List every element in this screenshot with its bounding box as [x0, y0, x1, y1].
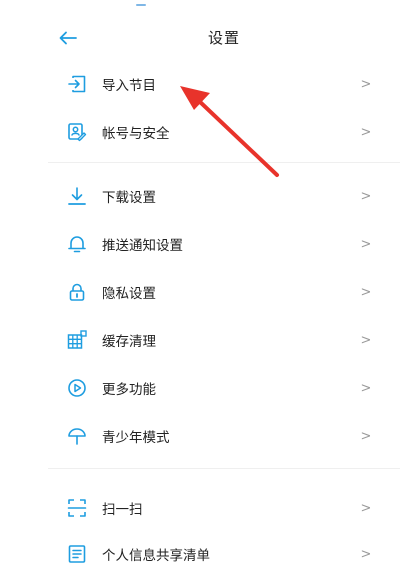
chevron-right-icon: > — [360, 546, 372, 562]
play-circle-icon — [66, 377, 88, 399]
settings-item-scan[interactable]: 扫一扫 > — [48, 484, 400, 532]
settings-item-label: 推送通知设置 — [102, 238, 183, 254]
account-security-icon — [66, 121, 88, 143]
settings-item-import[interactable]: 导入节目 > — [48, 60, 400, 108]
chevron-right-icon: > — [360, 332, 372, 348]
settings-screen: 设置 导入节目 > 帐号与安全 > 下载设置 > 推送通知设置 > 隐私设置 >… — [48, 0, 400, 583]
info-list-icon — [66, 543, 88, 565]
settings-item-account-security[interactable]: 帐号与安全 > — [48, 108, 400, 156]
lock-icon — [66, 281, 88, 303]
chevron-right-icon: > — [360, 188, 372, 204]
chevron-right-icon: > — [360, 124, 372, 140]
umbrella-icon — [66, 425, 88, 447]
settings-item-push-notifications[interactable]: 推送通知设置 > — [48, 220, 400, 268]
settings-item-label: 个人信息共享清单 — [102, 548, 210, 564]
chevron-right-icon: > — [360, 428, 372, 444]
download-icon — [66, 185, 88, 207]
scan-icon — [66, 497, 88, 519]
settings-item-label: 导入节目 — [102, 78, 156, 94]
settings-item-download[interactable]: 下载设置 > — [48, 172, 400, 220]
settings-item-privacy[interactable]: 隐私设置 > — [48, 268, 400, 316]
settings-item-label: 更多功能 — [102, 382, 156, 398]
import-icon — [66, 73, 88, 95]
settings-item-label: 缓存清理 — [102, 334, 156, 350]
group-divider — [48, 468, 400, 469]
group-divider — [48, 162, 400, 163]
settings-item-cache-cleanup[interactable]: 缓存清理 > — [48, 316, 400, 364]
settings-item-info-sharing-list[interactable]: 个人信息共享清单 > — [48, 530, 400, 578]
chevron-right-icon: > — [360, 380, 372, 396]
settings-item-label: 帐号与安全 — [102, 126, 170, 142]
header: 设置 — [48, 20, 400, 56]
settings-item-label: 青少年模式 — [102, 430, 170, 446]
page-title: 设置 — [207, 29, 240, 47]
settings-item-label: 隐私设置 — [102, 286, 156, 302]
settings-item-more-features[interactable]: 更多功能 > — [48, 364, 400, 412]
bell-icon — [66, 233, 88, 255]
status-bar-indicator — [136, 4, 146, 6]
settings-item-teen-mode[interactable]: 青少年模式 > — [48, 412, 400, 460]
chevron-right-icon: > — [360, 284, 372, 300]
settings-item-label: 扫一扫 — [102, 502, 143, 518]
cache-grid-icon — [66, 329, 88, 351]
chevron-right-icon: > — [360, 236, 372, 252]
chevron-right-icon: > — [360, 76, 372, 92]
chevron-right-icon: > — [360, 500, 372, 516]
settings-item-label: 下载设置 — [102, 190, 156, 206]
